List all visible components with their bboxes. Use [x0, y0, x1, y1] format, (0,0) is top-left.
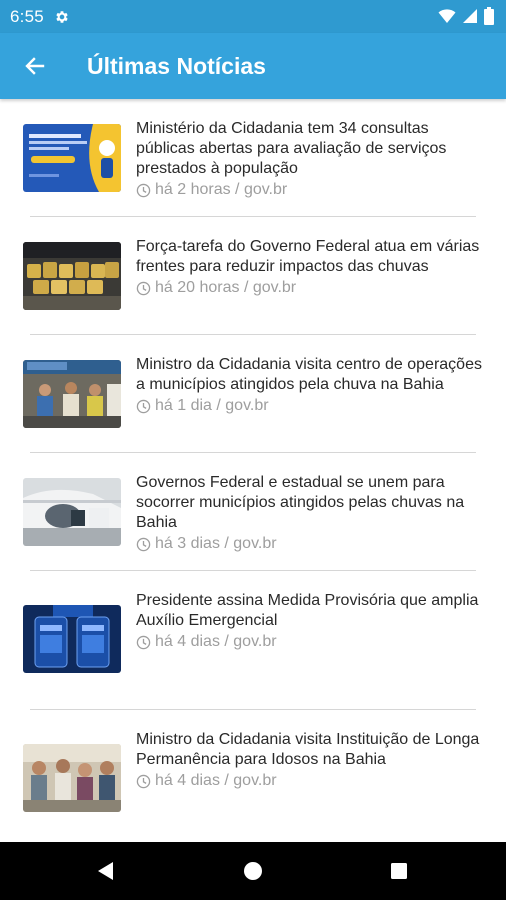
news-meta: há 2 horas / gov.br	[136, 180, 488, 200]
news-headline: Ministério da Cidadania tem 34 consultas…	[136, 120, 447, 177]
clock-icon	[136, 399, 151, 413]
news-headline: Ministro da Cidadania visita centro de o…	[136, 356, 482, 393]
news-source-time: há 4 dias / gov.br	[155, 633, 277, 650]
news-source-time: há 3 dias / gov.br	[155, 535, 277, 552]
news-thumbnail	[23, 744, 121, 812]
wifi-icon	[438, 9, 456, 23]
news-source-time: há 2 horas / gov.br	[155, 181, 288, 198]
home-circle-icon	[244, 862, 262, 880]
news-item[interactable]: Ministro da Cidadania visita centro de o…	[0, 346, 506, 464]
news-thumbnail	[23, 478, 121, 546]
news-item[interactable]: Ministro da Cidadania visita Instituição…	[0, 721, 506, 839]
clock-icon	[136, 537, 151, 551]
clock-icon	[136, 635, 151, 649]
news-list[interactable]: Ministério da Cidadania tem 34 consultas…	[0, 99, 506, 842]
news-thumbnail	[23, 242, 121, 310]
status-icons	[438, 7, 494, 25]
status-bar: 6:55	[0, 0, 506, 33]
nav-home-button[interactable]	[223, 842, 283, 900]
news-thumbnail	[23, 605, 121, 673]
arrow-left-icon[interactable]	[23, 54, 47, 78]
news-headline: Força-tarefa do Governo Federal atua em …	[136, 238, 480, 275]
clock-icon	[136, 281, 151, 295]
page-title: Últimas Notícias	[87, 52, 266, 79]
signal-icon	[463, 9, 477, 23]
news-headline: Presidente assina Medida Provisória que …	[136, 592, 479, 629]
news-meta: há 1 dia / gov.br	[136, 396, 488, 416]
system-nav-bar	[0, 842, 506, 900]
news-item[interactable]: Governos Federal e estadual se unem para…	[0, 464, 506, 582]
divider	[30, 570, 476, 571]
news-item[interactable]: Ministério da Cidadania tem 34 consultas…	[0, 110, 506, 228]
nav-recents-button[interactable]	[369, 842, 429, 900]
divider	[30, 709, 476, 710]
status-time: 6:55	[10, 6, 44, 26]
news-item[interactable]: Presidente assina Medida Provisória que …	[0, 582, 506, 700]
news-thumbnail	[23, 124, 121, 192]
clock-icon	[136, 774, 151, 788]
news-source-time: há 20 horas / gov.br	[155, 279, 297, 296]
battery-icon	[484, 7, 494, 25]
news-meta: há 4 dias / gov.br	[136, 632, 488, 652]
nav-back-button[interactable]	[75, 842, 135, 900]
divider	[30, 452, 476, 453]
news-source-time: há 4 dias / gov.br	[155, 772, 277, 789]
news-source-time: há 1 dia / gov.br	[155, 397, 269, 414]
app-bar: Últimas Notícias	[0, 33, 506, 99]
clock-icon	[136, 183, 151, 197]
news-headline: Governos Federal e estadual se unem para…	[136, 474, 465, 531]
news-item[interactable]: Força-tarefa do Governo Federal atua em …	[0, 228, 506, 346]
back-triangle-icon	[98, 862, 113, 880]
recents-square-icon	[391, 863, 407, 879]
news-meta: há 3 dias / gov.br	[136, 534, 488, 554]
divider	[30, 216, 476, 217]
divider	[30, 334, 476, 335]
news-meta: há 4 dias / gov.br	[136, 771, 488, 791]
news-meta: há 20 horas / gov.br	[136, 278, 488, 298]
news-headline: Ministro da Cidadania visita Instituição…	[136, 731, 480, 768]
news-thumbnail	[23, 360, 121, 428]
settings-icon	[56, 10, 68, 23]
